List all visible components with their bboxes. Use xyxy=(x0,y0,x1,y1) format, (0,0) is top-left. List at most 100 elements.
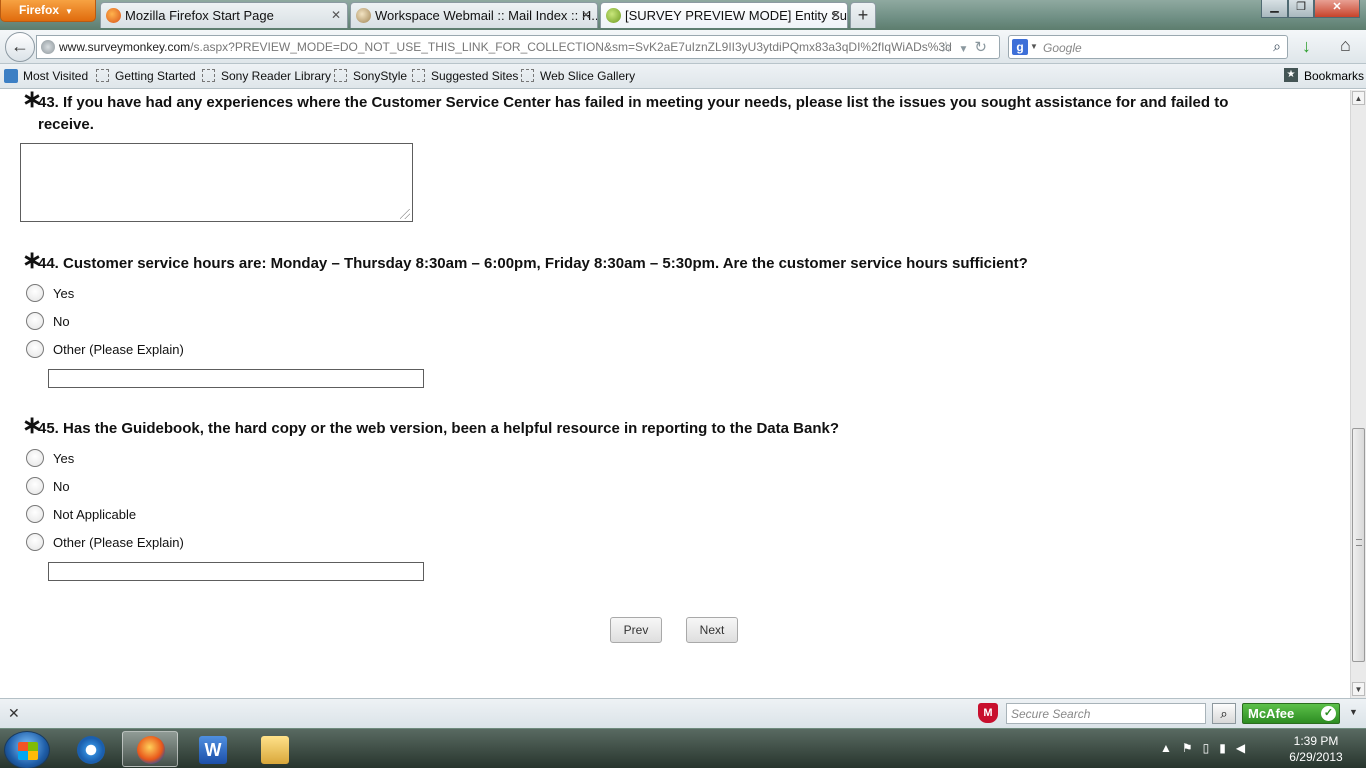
scrollbar-thumb[interactable] xyxy=(1352,428,1365,662)
bookmark-label: Sony Reader Library xyxy=(221,69,332,83)
bookmark-sonystyle[interactable]: SonyStyle xyxy=(334,69,407,83)
bookmark-suggested-sites[interactable]: Suggested Sites xyxy=(412,69,518,83)
minimize-button[interactable]: ▁ xyxy=(1261,0,1288,18)
bookmark-label: Suggested Sites xyxy=(431,69,519,83)
question-44-title: ∗ 44. Customer service hours are: Monday… xyxy=(22,249,1338,275)
question-43-textarea[interactable] xyxy=(20,143,413,222)
bookmark-label: Most Visited xyxy=(23,69,89,83)
search-bar[interactable]: g ▼ Google ⌕ xyxy=(1008,35,1288,59)
back-button[interactable]: ← xyxy=(5,32,35,62)
taskbar-firefox[interactable] xyxy=(122,731,178,767)
dropdown-icon[interactable]: ▼ xyxy=(959,44,975,55)
chevron-down-icon: ▼ xyxy=(65,7,73,16)
close-icon[interactable]: ✕ xyxy=(831,8,841,22)
close-icon[interactable]: ✕ xyxy=(8,705,20,722)
new-tab-button[interactable]: + xyxy=(850,2,876,28)
search-icon[interactable]: ⌕ xyxy=(1212,703,1236,724)
close-icon[interactable]: ✕ xyxy=(581,8,591,22)
radio-button[interactable] xyxy=(26,533,44,551)
action-center-flag-icon[interactable]: ⚑ xyxy=(1182,741,1203,755)
option-label: No xyxy=(53,314,70,329)
option-label: Yes xyxy=(53,451,75,466)
radio-button[interactable] xyxy=(26,340,44,358)
option-label: Yes xyxy=(53,286,75,301)
bookmark-getting-started[interactable]: Getting Started xyxy=(96,69,196,83)
tab-survey-preview[interactable]: [SURVEY PREVIEW MODE] Entity Surv... ✕ xyxy=(600,2,848,28)
start-button[interactable] xyxy=(4,731,50,768)
bookmark-label: Web Slice Gallery xyxy=(540,69,636,83)
bookmark-web-slice-gallery[interactable]: Web Slice Gallery xyxy=(521,69,635,83)
show-hidden-icons-icon[interactable]: ▲ xyxy=(1160,741,1182,755)
radio-button[interactable] xyxy=(26,449,44,467)
option-label: Other (Please Explain) xyxy=(53,342,184,357)
q44-other-explain-input[interactable] xyxy=(48,369,424,388)
navigation-bar: ← www.surveymonkey.com/s.aspx?PREVIEW_MO… xyxy=(0,30,1366,64)
volume-icon[interactable]: ◀ xyxy=(1236,741,1255,755)
required-asterisk: ∗ xyxy=(22,412,43,439)
radio-button[interactable] xyxy=(26,284,44,302)
tab-label: Mozilla Firefox Start Page xyxy=(125,8,274,23)
google-icon[interactable]: g xyxy=(1012,39,1028,55)
star-icon: ★ xyxy=(1284,68,1298,82)
grip-icon xyxy=(1356,539,1362,546)
tab-webmail[interactable]: Workspace Webmail :: Mail Index :: H... … xyxy=(350,2,598,28)
close-window-button[interactable]: ✕ xyxy=(1314,0,1360,18)
url-path: /s.aspx?PREVIEW_MODE=DO_NOT_USE_THIS_LIN… xyxy=(190,40,952,54)
webmail-icon xyxy=(356,8,371,23)
page-icon xyxy=(412,69,425,82)
bookmarks-menu-button[interactable]: ★ Bookmarks xyxy=(1284,68,1364,83)
resize-grip-icon[interactable] xyxy=(400,209,410,219)
taskbar-clock[interactable]: 1:39 PM 6/29/2013 xyxy=(1282,733,1350,765)
chevron-down-icon[interactable]: ▼ xyxy=(1030,42,1038,51)
q45-other-explain-input[interactable] xyxy=(48,562,424,581)
url-text: www.surveymonkey.com/s.aspx?PREVIEW_MODE… xyxy=(59,40,952,54)
title-bar: Firefox ▼ Mozilla Firefox Start Page ✕ Wo… xyxy=(0,0,1366,30)
mcafee-button[interactable]: McAfee ✓ xyxy=(1242,703,1340,724)
screen: Firefox ▼ Mozilla Firefox Start Page ✕ Wo… xyxy=(0,0,1366,768)
device-icon[interactable]: ▯ xyxy=(1203,741,1220,755)
surveymonkey-icon xyxy=(606,8,621,23)
bookmarks-toolbar: Most Visited Getting Started Sony Reader… xyxy=(0,64,1366,89)
network-signal-icon[interactable]: ▮ xyxy=(1219,741,1236,755)
scroll-down-icon[interactable]: ▼ xyxy=(1352,682,1365,696)
bookmark-label: Getting Started xyxy=(115,69,196,83)
question-43-line-2: receive. xyxy=(38,116,94,133)
option-label: No xyxy=(53,479,70,494)
page-icon xyxy=(202,69,215,82)
radio-button[interactable] xyxy=(26,505,44,523)
maximize-button[interactable]: ❐ xyxy=(1288,0,1314,18)
firefox-menu-label: Firefox xyxy=(19,3,60,17)
close-icon[interactable]: ✕ xyxy=(331,8,341,22)
radio-button[interactable] xyxy=(26,312,44,330)
taskbar-internet-explorer[interactable] xyxy=(62,731,118,767)
radio-button[interactable] xyxy=(26,477,44,495)
addon-bar: ✕ M Secure Search ⌕ McAfee ✓ ▼ xyxy=(0,698,1366,728)
next-button[interactable]: Next xyxy=(686,617,738,643)
firefox-menu-button[interactable]: Firefox ▼ xyxy=(0,0,96,22)
download-icon[interactable]: ↓ xyxy=(1302,36,1311,57)
bookmark-sony-reader-library[interactable]: Sony Reader Library xyxy=(202,69,331,83)
secure-search-input[interactable]: Secure Search xyxy=(1006,703,1206,724)
bookmark-most-visited[interactable]: Most Visited xyxy=(4,69,88,83)
prev-button[interactable]: Prev xyxy=(610,617,662,643)
scroll-up-icon[interactable]: ▲ xyxy=(1352,91,1365,105)
url-bar[interactable]: www.surveymonkey.com/s.aspx?PREVIEW_MODE… xyxy=(36,35,1000,59)
mcafee-shield-icon[interactable]: M xyxy=(978,703,998,723)
question-45-text: 45. Has the Guidebook, the hard copy or … xyxy=(38,420,839,437)
bookmark-star-icon[interactable]: ☆ xyxy=(939,39,958,56)
bookmark-label: SonyStyle xyxy=(353,69,408,83)
tab-label: [SURVEY PREVIEW MODE] Entity Surv... xyxy=(625,8,848,23)
reload-icon[interactable]: ↻ xyxy=(974,39,993,56)
globe-icon xyxy=(41,40,55,54)
question-43-title: ∗ 43. If you have had any experiences wh… xyxy=(22,90,1338,136)
search-icon[interactable]: ⌕ xyxy=(1273,38,1281,55)
required-asterisk: ∗ xyxy=(22,247,43,274)
tab-firefox-start[interactable]: Mozilla Firefox Start Page ✕ xyxy=(100,2,348,28)
vertical-scrollbar[interactable]: ▲ ▼ xyxy=(1350,90,1366,698)
firefox-icon xyxy=(106,8,121,23)
taskbar-word[interactable]: W xyxy=(184,731,240,767)
taskbar-explorer[interactable] xyxy=(246,731,302,767)
chevron-down-icon[interactable]: ▼ xyxy=(1349,707,1358,717)
question-44-text: 44. Customer service hours are: Monday –… xyxy=(38,255,1028,272)
home-icon[interactable]: ⌂ xyxy=(1340,35,1351,56)
